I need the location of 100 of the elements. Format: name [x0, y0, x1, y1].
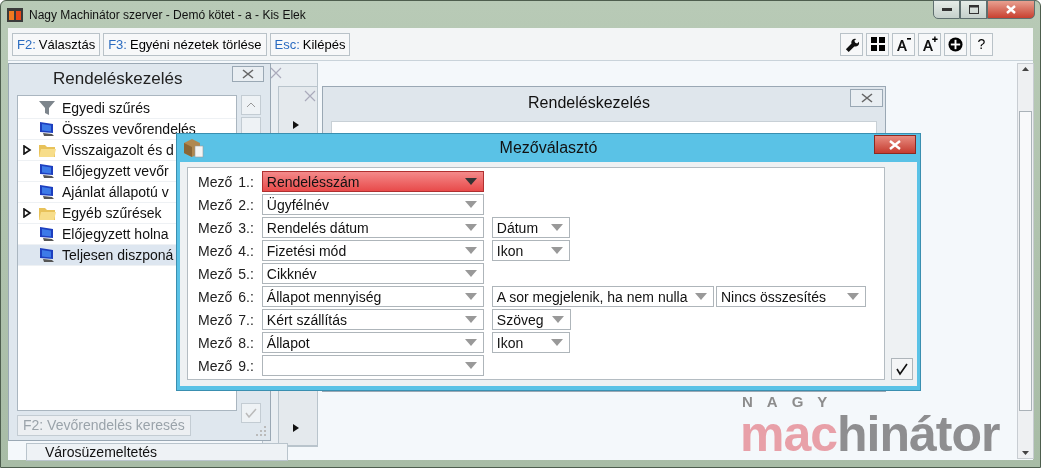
scroll-up-icon[interactable] — [1022, 67, 1029, 71]
scroll-thumb[interactable] — [1019, 111, 1032, 411]
computer-icon — [38, 120, 56, 137]
item-label: Egyéb szűrések — [62, 204, 162, 221]
field-label: Mező — [198, 334, 233, 351]
minimize-icon — [941, 7, 952, 12]
expand-arrow-icon[interactable] — [22, 207, 32, 218]
command-button[interactable]: F3: Egyéni nézetek törlése — [103, 32, 267, 56]
wrench-icon — [844, 36, 859, 52]
dropdown-arrow-icon — [464, 201, 477, 208]
dropdown-arrow-icon — [464, 316, 477, 323]
dropdown-arrow-icon — [464, 247, 477, 254]
field-number: 7.: — [238, 311, 254, 328]
close-button[interactable] — [850, 89, 883, 107]
item-label: Ajánlat állapotú v — [62, 183, 169, 200]
format-dropdown[interactable]: Szöveg — [491, 309, 571, 330]
format-dropdown[interactable]: Dátum — [491, 217, 570, 238]
close-button[interactable] — [232, 66, 264, 82]
close-icon — [242, 69, 254, 79]
close-button[interactable] — [874, 135, 916, 154]
field-dropdown[interactable]: Ügyfélnév — [261, 194, 484, 215]
field-label: Mező — [198, 265, 233, 282]
dropdown-arrow-icon — [464, 224, 477, 231]
field-dropdown[interactable]: Rendelésszám — [261, 171, 484, 192]
field-number: 5.: — [238, 265, 254, 282]
circle-cross-icon — [948, 36, 963, 52]
panel-title: Rendeléskezelés — [53, 69, 183, 90]
dropdown-arrow-icon — [550, 339, 563, 346]
tool-button[interactable] — [918, 32, 941, 56]
field-number: 2.: — [238, 196, 254, 213]
close-button[interactable] — [987, 0, 1035, 19]
package-icon — [182, 137, 204, 159]
maximize-icon — [968, 5, 979, 14]
help-button[interactable]: ? — [970, 32, 993, 56]
font-decrease-icon — [895, 36, 912, 52]
grid-icon — [870, 37, 885, 51]
dropdown-arrow-icon — [464, 362, 477, 369]
dropdown-arrow-icon — [550, 224, 563, 231]
field-label: Mező — [198, 288, 233, 305]
list-item[interactable]: Egyedi szűrés — [18, 97, 236, 119]
scroll-down-icon[interactable] — [1022, 451, 1029, 455]
tool-button[interactable] — [892, 32, 915, 56]
window-heading: Rendeléskezelés — [528, 94, 650, 112]
summary-dropdown[interactable]: Nincs összesítés — [716, 286, 866, 307]
dropdown-arrow-icon — [695, 293, 708, 300]
field-label: Mező — [198, 242, 233, 259]
close-icon — [1006, 5, 1016, 14]
computer-icon — [38, 246, 56, 263]
field-number: 1.: — [238, 173, 254, 190]
tool-button[interactable] — [944, 32, 967, 56]
field-dropdown[interactable]: Rendelés dátum — [261, 217, 484, 238]
minimize-button[interactable] — [933, 0, 960, 19]
field-dropdown[interactable]: Állapot — [261, 332, 484, 353]
computer-icon — [38, 183, 56, 200]
menu-item[interactable]: Városüzemeltetés — [26, 443, 288, 461]
logo-wordmark: machinátor — [740, 410, 1000, 458]
field-number: 9.: — [238, 357, 254, 374]
format-dropdown[interactable]: A sor megjelenik, ha nem nulla — [491, 286, 715, 307]
dropdown-arrow-icon — [464, 178, 477, 185]
checkmark-icon — [895, 362, 909, 376]
field-dropdown[interactable]: Cikknév — [261, 263, 484, 284]
field-dropdown[interactable]: Fizetési mód — [261, 240, 484, 261]
tool-button[interactable] — [866, 32, 889, 56]
field-number: 4.: — [238, 242, 254, 259]
scrollbar[interactable] — [1017, 63, 1034, 459]
filter-icon — [38, 99, 56, 116]
checkmark-icon — [245, 407, 257, 418]
field-dropdown[interactable]: Kért szállítás — [261, 309, 484, 330]
chevron-up-icon — [246, 101, 256, 108]
computer-icon — [38, 162, 56, 179]
window-title: Nagy Machinátor szerver - Demó kötet - a - Kis Elek — [29, 7, 306, 22]
dropdown-arrow-icon — [551, 316, 564, 323]
dialog-title: Mezőválasztó — [499, 139, 598, 157]
item-label: Előjegyzett vevőr — [62, 162, 169, 179]
field-dropdown[interactable] — [261, 355, 484, 376]
submenu-arrow-icon — [293, 424, 299, 432]
field-dropdown[interactable]: Állapot mennyiség — [261, 286, 484, 307]
dropdown-arrow-icon — [464, 293, 477, 300]
expand-arrow-icon[interactable] — [22, 144, 32, 155]
format-dropdown[interactable]: Ikon — [491, 240, 570, 261]
command-button[interactable]: Esc: Kilépés — [269, 32, 351, 56]
maximize-button[interactable] — [960, 0, 987, 19]
item-label: Összes vevőrendelés — [62, 120, 196, 137]
dropdown-arrow-icon — [464, 339, 477, 346]
item-label: Egyedi szűrés — [62, 99, 150, 116]
field-number: 6.: — [238, 288, 254, 305]
computer-icon — [38, 225, 56, 242]
tool-button[interactable] — [840, 32, 863, 56]
logo-tagline: NAGY — [742, 394, 843, 410]
ok-button[interactable] — [891, 358, 913, 380]
command-button[interactable]: F2: Választás — [12, 32, 101, 56]
item-label: Előjegyzett holna — [62, 225, 169, 242]
submenu-arrow-icon — [293, 121, 299, 129]
dropdown-arrow-icon — [847, 293, 859, 300]
format-dropdown[interactable]: Ikon — [491, 332, 570, 353]
item-label: Visszaigazolt és d — [62, 141, 174, 158]
field-label: Mező — [198, 311, 233, 328]
field-number: 3.: — [238, 219, 254, 236]
dropdown-arrow-icon — [550, 247, 563, 254]
resize-grip-icon[interactable] — [256, 426, 266, 436]
